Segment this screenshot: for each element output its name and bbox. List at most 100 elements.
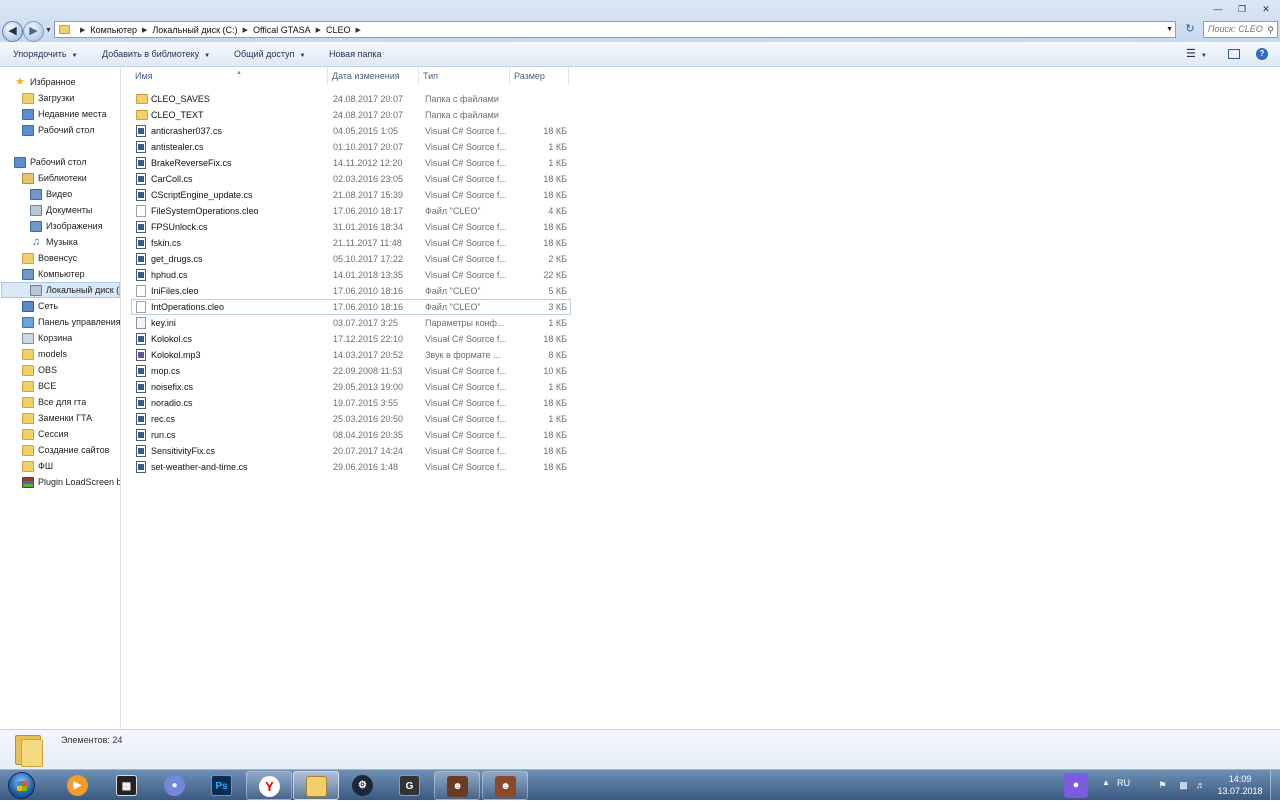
file-row[interactable]: SensitivityFix.cs 20.07.2017 14:24 Visual … [131, 443, 571, 459]
network-status-icon[interactable]: ▩ [1178, 780, 1189, 791]
file-list[interactable]: Имя ▲ Дата изменения Тип Размер CLEO_SAVE… [121, 67, 1280, 729]
file-row[interactable]: rec.cs 25.03.2016 20:50 Visual C# Source f… [131, 411, 571, 427]
search-input[interactable] [1208, 24, 1264, 34]
chevron-down-icon[interactable]: ▼ [1166, 22, 1173, 37]
taskbar-samp-2[interactable]: ☻ [482, 771, 528, 800]
file-row[interactable]: FPSUnlock.cs 31.01.2016 18:34 Visual C# So… [131, 219, 571, 235]
nav-desktop[interactable]: Рабочий стол [14, 154, 87, 170]
chevron-right-icon[interactable]: ▶ [316, 26, 321, 34]
show-desktop-button[interactable] [1270, 770, 1280, 801]
clock[interactable]: 14:09 13.07.2018 [1212, 773, 1268, 797]
start-button[interactable] [2, 770, 40, 801]
nav-documents[interactable]: Документы [30, 202, 92, 218]
file-row[interactable]: run.cs 08.04.2016 20:35 Visual C# Source f… [131, 427, 571, 443]
column-header-name[interactable]: Имя ▲ [131, 67, 328, 85]
breadcrumb-computer[interactable]: Компьютер [90, 25, 137, 35]
taskbar-gta-sa[interactable]: G [387, 771, 433, 800]
chevron-right-icon[interactable]: ▶ [243, 26, 248, 34]
taskbar-media-player[interactable]: ▶ [55, 771, 101, 800]
nav-fsh[interactable]: ФШ [22, 458, 53, 474]
chevron-right-icon[interactable]: ▶ [356, 26, 361, 34]
nav-images[interactable]: Изображения [30, 218, 103, 234]
preview-pane-button[interactable] [1228, 49, 1240, 59]
minimize-button[interactable]: — [1206, 2, 1230, 16]
nav-for-gta[interactable]: Все для гта [22, 394, 86, 410]
show-hidden-icons-button[interactable]: ▲ [1102, 778, 1110, 787]
nav-recent[interactable]: Недавние места [22, 106, 107, 122]
language-indicator[interactable]: RU [1117, 778, 1130, 788]
volume-icon[interactable]: ♬ [1195, 780, 1206, 791]
taskbar-samp-1[interactable]: ☻ [434, 771, 480, 800]
nav-favorites[interactable]: ★ Избранное [14, 74, 76, 90]
file-row[interactable]: anticrasher037.cs 04.05.2015 1:05 Visual C… [131, 123, 571, 139]
taskbar-yandex-browser[interactable]: Y [246, 771, 292, 800]
file-row[interactable]: noradio.cs 19.07.2015 3:55 Visual C# Sourc… [131, 395, 571, 411]
file-row[interactable]: fskin.cs 21.11.2017 11:48 Visual C# Source… [131, 235, 571, 251]
file-row[interactable]: key.ini 03.07.2017 3:25 Параметры конф... 1… [131, 315, 571, 331]
file-row[interactable]: CLEO_TEXT 24.08.2017 20:07 Папка с файлами [131, 107, 571, 123]
file-row[interactable]: hphud.cs 14.01.2018 13:35 Visual C# Source… [131, 267, 571, 283]
file-row[interactable]: FileSystemOperations.cleo 17.06.2010 18:1… [131, 203, 571, 219]
nav-sites[interactable]: Создание сайтов [22, 442, 109, 458]
close-button[interactable]: ✕ [1254, 2, 1278, 16]
nav-video[interactable]: Видео [30, 186, 72, 202]
nav-models[interactable]: models [22, 346, 67, 362]
file-row[interactable]: mop.cs 22.09.2008 11:53 Visual C# Source f… [131, 363, 571, 379]
nav-network[interactable]: Сеть [22, 298, 58, 314]
nav-obs[interactable]: OBS [22, 362, 57, 378]
column-header-type[interactable]: Тип [419, 67, 510, 85]
file-row[interactable]: CarColl.cs 02.03.2016 23:05 Visual C# Sour… [131, 171, 571, 187]
column-header-date[interactable]: Дата изменения [328, 67, 419, 85]
nav-all[interactable]: ВСЕ [22, 378, 56, 394]
microphone-button[interactable]: ● [1064, 773, 1088, 798]
recent-pages-dropdown[interactable]: ▼ [45, 25, 53, 37]
file-row[interactable]: BrakeReverseFix.cs 14.11.2012 12:20 Visual… [131, 155, 571, 171]
search-icon[interactable]: ⚲ [1267, 23, 1274, 37]
nav-control-panel[interactable]: Панель управления [22, 314, 120, 330]
maximize-button[interactable]: ❐ [1230, 2, 1254, 16]
refresh-button[interactable]: ↻ [1180, 21, 1200, 38]
file-row[interactable]: antistealer.cs 01.10.2017 20:07 Visual C# … [131, 139, 571, 155]
address-bar[interactable]: ▶ Компьютер ▶ Локальный диск (C:) ▶ Offi… [54, 21, 1176, 38]
search-box[interactable]: ⚲ [1203, 21, 1278, 38]
nav-music[interactable]: ♫ Музыка [30, 234, 78, 250]
file-row[interactable]: Kolokol.mp3 14.03.2017 20:52 Звук в формат… [131, 347, 571, 363]
nav-libraries[interactable]: Библиотеки [22, 170, 87, 186]
taskbar-explorer[interactable] [293, 771, 339, 800]
file-row[interactable]: IntOperations.cleo 17.06.2010 18:16 Файл "… [131, 299, 571, 315]
action-center-flag-icon[interactable]: ⚑ [1157, 780, 1168, 791]
help-button[interactable]: ? [1256, 48, 1268, 60]
nav-computer[interactable]: Компьютер [22, 266, 85, 282]
taskbar-steam[interactable]: ⚙ [340, 771, 386, 800]
column-header-size[interactable]: Размер [510, 67, 569, 85]
forward-button[interactable]: ▶ [23, 21, 44, 42]
nav-downloads[interactable]: Загрузки [22, 90, 74, 106]
nav-desktop-favorite[interactable]: Рабочий стол [22, 122, 95, 138]
file-row[interactable]: get_drugs.cs 05.10.2017 17:22 Visual C# So… [131, 251, 571, 267]
back-button[interactable]: ◀ [2, 21, 23, 42]
add-to-library-button[interactable]: Добавить в библиотеку ▼ [102, 42, 210, 67]
change-view-button[interactable]: ☰ ▼ [1186, 42, 1207, 67]
nav-session[interactable]: Сессия [22, 426, 68, 442]
taskbar-photoshop[interactable]: Ps [199, 771, 245, 800]
nav-recycle-bin[interactable]: Корзина [22, 330, 72, 346]
nav-user[interactable]: Вовенсус [22, 250, 77, 266]
breadcrumb-cleo[interactable]: CLEO [326, 25, 351, 35]
file-row[interactable]: CLEO_SAVES 24.08.2017 20:07 Папка с файлам… [131, 91, 571, 107]
file-row[interactable]: noisefix.cs 29.05.2013 19:00 Visual C# Sou… [131, 379, 571, 395]
organize-button[interactable]: Упорядочить ▼ [13, 42, 78, 67]
file-row[interactable]: IniFiles.cleo 17.06.2010 18:16 Файл "CLEO"… [131, 283, 571, 299]
taskbar-discord[interactable]: ● [152, 771, 198, 800]
breadcrumb-gtasa[interactable]: Offical GTASA [253, 25, 311, 35]
file-row[interactable]: Kolokol.cs 17.12.2015 22:10 Visual C# Sour… [131, 331, 571, 347]
chevron-right-icon[interactable]: ▶ [142, 26, 147, 34]
breadcrumb-local-disk[interactable]: Локальный диск (C:) [152, 25, 237, 35]
nav-gta-replace[interactable]: Заменки ГТА [22, 410, 92, 426]
file-row[interactable]: set-weather-and-time.cs 29.06.2016 1:48 Vi… [131, 459, 571, 475]
nav-plugin[interactable]: Plugin LoadScreen b [22, 474, 120, 490]
nav-local-disk[interactable]: Локальный диск ( [1, 282, 120, 298]
file-row[interactable]: CScriptEngine_update.cs 21.08.2017 15:39 V… [131, 187, 571, 203]
taskbar-video-editor[interactable]: ▦ [104, 771, 150, 800]
chevron-right-icon[interactable]: ▶ [80, 26, 85, 34]
share-button[interactable]: Общий доступ ▼ [234, 42, 305, 67]
